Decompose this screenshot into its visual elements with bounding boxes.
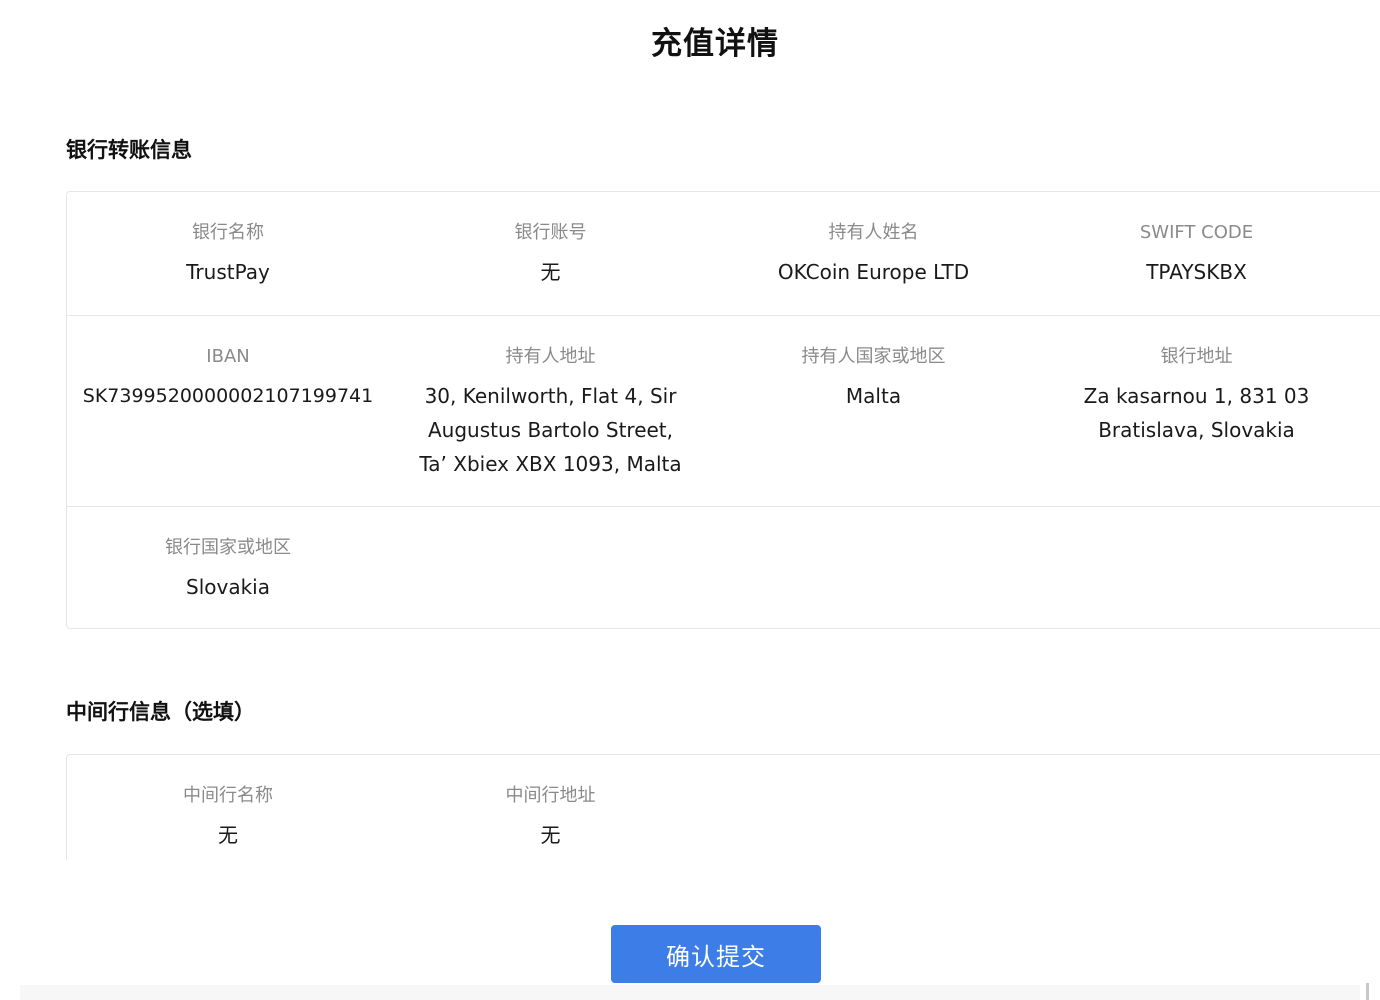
intermediary-section-title: 中间行信息（选填） [66, 700, 255, 724]
bank-info-row-1: 银行名称 TrustPay 银行账号 无 持有人姓名 OKCoin Europe… [67, 192, 1380, 316]
bank-name-label: 银行名称 [192, 222, 264, 243]
holder-address-label: 持有人地址 [505, 346, 596, 367]
swift-code-cell: SWIFT CODE TPAYSKBX [1035, 221, 1358, 315]
bank-info-row-2: IBAN SK7399520000002107199741 持有人地址 30, … [67, 316, 1380, 507]
bank-name-cell: 银行名称 TrustPay [67, 221, 389, 315]
deposit-details-page: 充值详情 银行转账信息 银行名称 TrustPay 银行账号 无 持有人姓名 O… [0, 0, 1380, 1000]
confirm-submit-button[interactable]: 确认提交 [611, 925, 821, 983]
holder-address-cell: 持有人地址 30, Kenilworth, Flat 4, Sir August… [389, 345, 712, 506]
footer-strip [20, 985, 1360, 1000]
iban-value: SK7399520000002107199741 [82, 385, 374, 407]
bank-account-cell: 银行账号 无 [389, 221, 712, 315]
bank-country-value: Slovakia [186, 575, 270, 599]
swift-code-label: SWIFT CODE [1139, 222, 1254, 243]
bank-address-value: Za kasarnou 1, 831 03 Bratislava, Slovak… [1083, 384, 1310, 442]
holder-country-cell: 持有人国家或地区 Malta [712, 345, 1035, 506]
intermediary-name-value: 无 [218, 823, 238, 847]
intermediary-name-label: 中间行名称 [183, 785, 273, 806]
holder-address-value: 30, Kenilworth, Flat 4, Sir Augustus Bar… [419, 384, 682, 476]
bank-name-value: TrustPay [186, 260, 270, 284]
bank-account-value: 无 [540, 260, 561, 284]
bank-country-cell: 银行国家或地区 Slovakia [67, 536, 389, 628]
holder-name-label: 持有人姓名 [828, 222, 919, 243]
scrollbar-thumb[interactable] [1366, 983, 1369, 1000]
bank-info-row-3: 银行国家或地区 Slovakia [67, 507, 1380, 628]
intermediary-address-value: 无 [540, 823, 561, 847]
holder-name-cell: 持有人姓名 OKCoin Europe LTD [712, 221, 1035, 315]
bank-section-title: 银行转账信息 [66, 138, 192, 162]
iban-label: IBAN [206, 346, 250, 367]
bank-address-label: 银行地址 [1160, 346, 1233, 367]
bank-address-cell: 银行地址 Za kasarnou 1, 831 03 Bratislava, S… [1035, 345, 1358, 506]
bank-account-label: 银行账号 [514, 222, 587, 243]
intermediary-address-label: 中间行地址 [505, 785, 596, 806]
bank-country-label: 银行国家或地区 [165, 537, 291, 558]
bank-info-card: 银行名称 TrustPay 银行账号 无 持有人姓名 OKCoin Europe… [66, 191, 1380, 629]
iban-cell: IBAN SK7399520000002107199741 [67, 345, 389, 506]
swift-code-value: TPAYSKBX [1146, 260, 1247, 284]
holder-name-value: OKCoin Europe LTD [777, 260, 970, 284]
holder-country-value: Malta [845, 384, 902, 408]
page-title: 充值详情 [651, 26, 779, 62]
holder-country-label: 持有人国家或地区 [801, 346, 946, 367]
